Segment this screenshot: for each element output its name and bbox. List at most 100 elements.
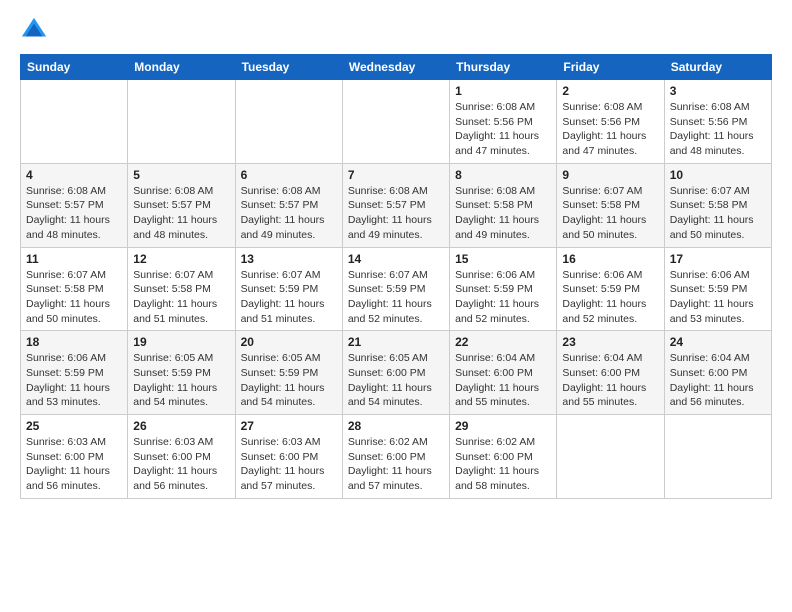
day-number: 14 [348,252,444,266]
day-number: 7 [348,168,444,182]
day-number: 29 [455,419,551,433]
day-info: Sunrise: 6:03 AM Sunset: 6:00 PM Dayligh… [26,435,122,494]
calendar-cell: 2Sunrise: 6:08 AM Sunset: 5:56 PM Daylig… [557,80,664,164]
day-number: 23 [562,335,658,349]
calendar-table: SundayMondayTuesdayWednesdayThursdayFrid… [20,54,772,499]
calendar-cell: 14 Sunrise: 6:07 AM Sunset: 5:59 PM Dayli… [342,247,449,331]
calendar-cell: 3 Sunrise: 6:08 AM Sunset: 5:56 PM Daylig… [664,80,771,164]
calendar-week-row: 18 Sunrise: 6:06 AM Sunset: 5:59 PM Dayli… [21,331,772,415]
day-info: Sunrise: 6:07 AM Sunset: 5:58 PM Dayligh… [562,184,658,243]
day-info: Sunrise: 6:05 AM Sunset: 5:59 PM Dayligh… [241,351,337,410]
calendar-cell: 26Sunrise: 6:03 AM Sunset: 6:00 PM Dayli… [128,415,235,499]
day-number: 9 [562,168,658,182]
day-info: Sunrise: 6:06 AM Sunset: 5:59 PM Dayligh… [455,268,551,327]
weekday-header: Saturday [664,55,771,80]
calendar-cell [342,80,449,164]
calendar-cell: 4Sunrise: 6:08 AM Sunset: 5:57 PM Daylig… [21,163,128,247]
day-number: 2 [562,84,658,98]
day-number: 18 [26,335,122,349]
day-number: 11 [26,252,122,266]
calendar-cell: 17 Sunrise: 6:06 AM Sunset: 5:59 PM Dayli… [664,247,771,331]
day-info: Sunrise: 6:04 AM Sunset: 6:00 PM Dayligh… [670,351,766,410]
calendar-cell: 19 Sunrise: 6:05 AM Sunset: 5:59 PM Dayli… [128,331,235,415]
calendar-cell: 6 Sunrise: 6:08 AM Sunset: 5:57 PM Daylig… [235,163,342,247]
calendar-cell: 8 Sunrise: 6:08 AM Sunset: 5:58 PM Daylig… [450,163,557,247]
logo [20,16,52,44]
calendar-cell: 7 Sunrise: 6:08 AM Sunset: 5:57 PM Daylig… [342,163,449,247]
calendar-cell: 12 Sunrise: 6:07 AM Sunset: 5:58 PM Dayli… [128,247,235,331]
day-number: 10 [670,168,766,182]
day-number: 5 [133,168,229,182]
calendar-week-row: 4 Sunrise: 6:08 AM Sunset: 5:57 PM Daylig… [21,163,772,247]
day-info: Sunrise: 6:08 AM Sunset: 5:56 PM Dayligh… [670,100,766,159]
day-number: 19 [133,335,229,349]
day-info: Sunrise: 6:07 AM Sunset: 5:58 PM Dayligh… [26,268,122,327]
calendar-cell [235,80,342,164]
weekday-header: Wednesday [342,55,449,80]
day-info: Sunrise: 6:06 AM Sunset: 5:59 PM Dayligh… [562,268,658,327]
day-number: 6 [241,168,337,182]
day-info: Sunrise: 6:05 AM Sunset: 6:00 PM Dayligh… [348,351,444,410]
day-number: 8 [455,168,551,182]
day-number: 26 [133,419,229,433]
day-info: Sunrise: 6:02 AM Sunset: 6:00 PM Dayligh… [348,435,444,494]
logo-icon [20,16,48,44]
day-info: Sunrise: 6:07 AM Sunset: 5:59 PM Dayligh… [348,268,444,327]
calendar-cell: 5 Sunrise: 6:08 AM Sunset: 5:57 PM Daylig… [128,163,235,247]
day-info: Sunrise: 6:06 AM Sunset: 5:59 PM Dayligh… [670,268,766,327]
day-number: 27 [241,419,337,433]
calendar-cell: 13Sunrise: 6:07 AM Sunset: 5:59 PM Dayli… [235,247,342,331]
day-info: Sunrise: 6:08 AM Sunset: 5:57 PM Dayligh… [133,184,229,243]
day-number: 1 [455,84,551,98]
day-info: Sunrise: 6:08 AM Sunset: 5:57 PM Dayligh… [241,184,337,243]
day-info: Sunrise: 6:06 AM Sunset: 5:59 PM Dayligh… [26,351,122,410]
calendar-week-row: 11 Sunrise: 6:07 AM Sunset: 5:58 PM Dayli… [21,247,772,331]
day-info: Sunrise: 6:08 AM Sunset: 5:56 PM Dayligh… [455,100,551,159]
calendar-cell: 10Sunrise: 6:07 AM Sunset: 5:58 PM Dayli… [664,163,771,247]
calendar-cell: 22 Sunrise: 6:04 AM Sunset: 6:00 PM Dayli… [450,331,557,415]
day-number: 3 [670,84,766,98]
calendar-cell [128,80,235,164]
calendar-cell: 23 Sunrise: 6:04 AM Sunset: 6:00 PM Dayli… [557,331,664,415]
calendar-cell: 18 Sunrise: 6:06 AM Sunset: 5:59 PM Dayli… [21,331,128,415]
calendar-header-row: SundayMondayTuesdayWednesdayThursdayFrid… [21,55,772,80]
calendar-cell [21,80,128,164]
weekday-header: Monday [128,55,235,80]
day-info: Sunrise: 6:05 AM Sunset: 5:59 PM Dayligh… [133,351,229,410]
day-info: Sunrise: 6:04 AM Sunset: 6:00 PM Dayligh… [562,351,658,410]
day-number: 12 [133,252,229,266]
calendar-cell: 28 Sunrise: 6:02 AM Sunset: 6:00 PM Dayli… [342,415,449,499]
day-number: 24 [670,335,766,349]
day-number: 21 [348,335,444,349]
day-number: 25 [26,419,122,433]
day-number: 28 [348,419,444,433]
calendar-week-row: 25 Sunrise: 6:03 AM Sunset: 6:00 PM Dayli… [21,415,772,499]
day-number: 22 [455,335,551,349]
calendar-cell: 1 Sunrise: 6:08 AM Sunset: 5:56 PM Daylig… [450,80,557,164]
calendar-cell: 29 Sunrise: 6:02 AM Sunset: 6:00 PM Dayli… [450,415,557,499]
calendar-cell: 9 Sunrise: 6:07 AM Sunset: 5:58 PM Daylig… [557,163,664,247]
day-number: 17 [670,252,766,266]
day-number: 15 [455,252,551,266]
calendar-cell: 15 Sunrise: 6:06 AM Sunset: 5:59 PM Dayli… [450,247,557,331]
calendar-week-row: 1 Sunrise: 6:08 AM Sunset: 5:56 PM Daylig… [21,80,772,164]
calendar-cell: 21 Sunrise: 6:05 AM Sunset: 6:00 PM Dayli… [342,331,449,415]
day-info: Sunrise: 6:07 AM Sunset: 5:58 PM Dayligh… [133,268,229,327]
day-number: 16 [562,252,658,266]
day-number: 4 [26,168,122,182]
day-number: 20 [241,335,337,349]
day-info: Sunrise: 6:03 AM Sunset: 6:00 PM Dayligh… [241,435,337,494]
weekday-header: Friday [557,55,664,80]
calendar-cell: 24 Sunrise: 6:04 AM Sunset: 6:00 PM Dayli… [664,331,771,415]
calendar-cell: 25 Sunrise: 6:03 AM Sunset: 6:00 PM Dayli… [21,415,128,499]
calendar-cell: 11 Sunrise: 6:07 AM Sunset: 5:58 PM Dayli… [21,247,128,331]
calendar-cell: 20 Sunrise: 6:05 AM Sunset: 5:59 PM Dayli… [235,331,342,415]
calendar-cell: 27 Sunrise: 6:03 AM Sunset: 6:00 PM Dayli… [235,415,342,499]
weekday-header: Thursday [450,55,557,80]
day-info: Sunrise: 6:02 AM Sunset: 6:00 PM Dayligh… [455,435,551,494]
day-info: Sunrise: 6:08 AM Sunset: 5:58 PM Dayligh… [455,184,551,243]
calendar-cell: 16 Sunrise: 6:06 AM Sunset: 5:59 PM Dayli… [557,247,664,331]
day-info: Sunrise: 6:04 AM Sunset: 6:00 PM Dayligh… [455,351,551,410]
day-info: Sunrise: 6:08 AM Sunset: 5:57 PM Dayligh… [348,184,444,243]
calendar-cell [664,415,771,499]
